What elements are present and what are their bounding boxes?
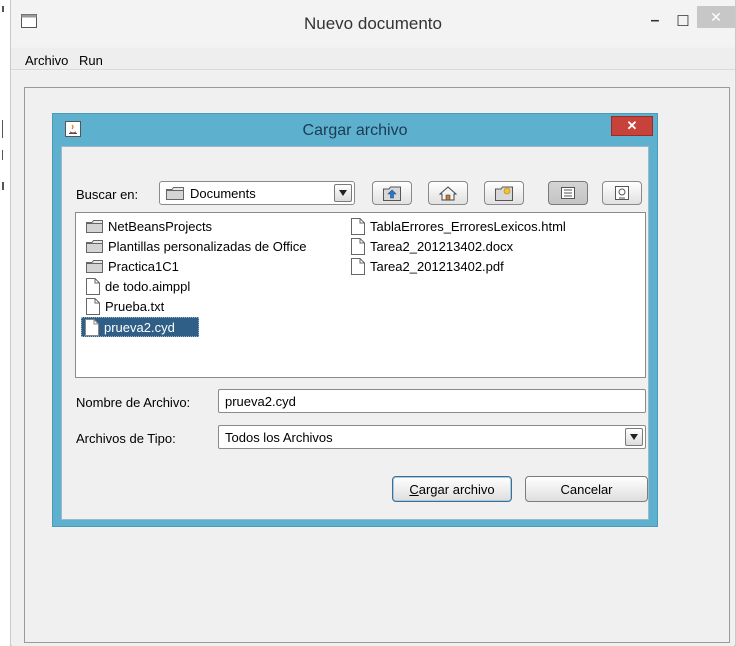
folder-icon <box>86 239 103 253</box>
file-icon <box>351 237 365 255</box>
list-item[interactable]: de todo.aimppl <box>83 276 196 296</box>
list-item[interactable]: Prueba.txt <box>83 296 170 316</box>
close-button[interactable]: ✕ <box>697 6 735 28</box>
open-button-label: argar archivo <box>418 481 495 497</box>
filetype-combo[interactable]: Todos los Archivos <box>218 425 646 449</box>
open-file-button[interactable]: Cargar archivo <box>392 476 512 502</box>
file-list[interactable]: NetBeansProjects Plantillas personalizad… <box>75 212 646 378</box>
edge-artifact <box>2 120 3 138</box>
list-item[interactable]: NetBeansProjects <box>83 216 218 236</box>
folder-icon <box>166 187 184 200</box>
file-name: NetBeansProjects <box>108 218 213 234</box>
maximize-icon: ☐ <box>676 13 690 30</box>
window-titlebar[interactable]: Nuevo documento – ☐ ✕ <box>11 0 735 44</box>
file-name: Practica1C1 <box>108 258 179 274</box>
cancel-button[interactable]: Cancelar <box>525 476 648 502</box>
window-title: Nuevo documento <box>304 14 442 33</box>
filename-label: Nombre de Archivo: <box>76 395 191 410</box>
open-button-mnemonic: C <box>409 481 419 497</box>
file-name: de todo.aimppl <box>105 278 191 294</box>
edge-artifact <box>2 182 4 190</box>
filetype-value: Todos los Archivos <box>225 430 333 445</box>
maximize-button[interactable]: ☐ <box>671 10 695 32</box>
list-item[interactable]: Practica1C1 <box>83 256 185 276</box>
file-name: Prueba.txt <box>105 298 165 314</box>
chevron-down-icon <box>339 190 347 196</box>
list-view-icon <box>561 187 575 199</box>
list-item[interactable]: Plantillas personalizadas de Office <box>83 236 313 256</box>
open-file-dialog: Cargar archivo ✕ Buscar en: Documents Ne… <box>52 113 658 527</box>
look-in-combo[interactable]: Documents <box>159 181 355 205</box>
close-icon: ✕ <box>626 118 638 133</box>
file-name: Tarea2_201213402.docx <box>370 238 514 254</box>
filetype-label: Archivos de Tipo: <box>76 431 176 446</box>
close-icon: ✕ <box>710 8 722 25</box>
list-item[interactable]: TablaErrores_ErroresLexicos.html <box>348 216 572 236</box>
look-in-value: Documents <box>190 186 256 201</box>
details-view-button[interactable] <box>602 181 642 205</box>
file-icon <box>351 217 365 235</box>
file-icon <box>86 277 100 295</box>
details-view-icon <box>615 186 629 200</box>
file-icon <box>351 257 365 275</box>
look-in-dropdown[interactable] <box>334 184 352 202</box>
list-item-selected[interactable]: prueva2.cyd <box>81 317 199 337</box>
up-folder-button[interactable] <box>372 181 412 205</box>
edge-artifact <box>2 150 3 160</box>
dialog-close-button[interactable]: ✕ <box>611 116 653 136</box>
edge-artifact <box>2 6 4 12</box>
file-icon <box>86 297 100 315</box>
new-folder-button[interactable] <box>484 181 524 205</box>
folder-icon <box>86 259 103 273</box>
minimize-icon: – <box>650 12 660 29</box>
menu-archivo[interactable]: Archivo <box>25 53 68 68</box>
up-folder-icon <box>383 186 401 201</box>
menu-bar: Archivo Run <box>11 48 735 70</box>
folder-icon <box>86 219 103 233</box>
list-item[interactable]: Tarea2_201213402.pdf <box>348 256 510 276</box>
new-folder-icon <box>495 186 513 201</box>
look-in-label: Buscar en: <box>76 187 139 202</box>
menu-run[interactable]: Run <box>79 53 103 68</box>
file-name: prueva2.cyd <box>104 319 175 335</box>
home-icon <box>439 185 457 200</box>
minimize-button[interactable]: – <box>643 10 667 32</box>
file-icon <box>85 318 99 336</box>
chevron-down-icon <box>630 434 638 440</box>
filename-input[interactable] <box>218 389 646 413</box>
dialog-title: Cargar archivo <box>302 122 408 139</box>
filetype-dropdown[interactable] <box>625 428 643 446</box>
file-name: Plantillas personalizadas de Office <box>108 238 307 254</box>
dialog-body: Buscar en: Documents NetBeansProjects Pl… <box>61 146 649 520</box>
home-button[interactable] <box>428 181 468 205</box>
file-name: Tarea2_201213402.pdf <box>370 258 504 274</box>
list-item[interactable]: Tarea2_201213402.docx <box>348 236 519 256</box>
list-view-button[interactable] <box>548 181 588 205</box>
file-name: TablaErrores_ErroresLexicos.html <box>370 218 566 234</box>
